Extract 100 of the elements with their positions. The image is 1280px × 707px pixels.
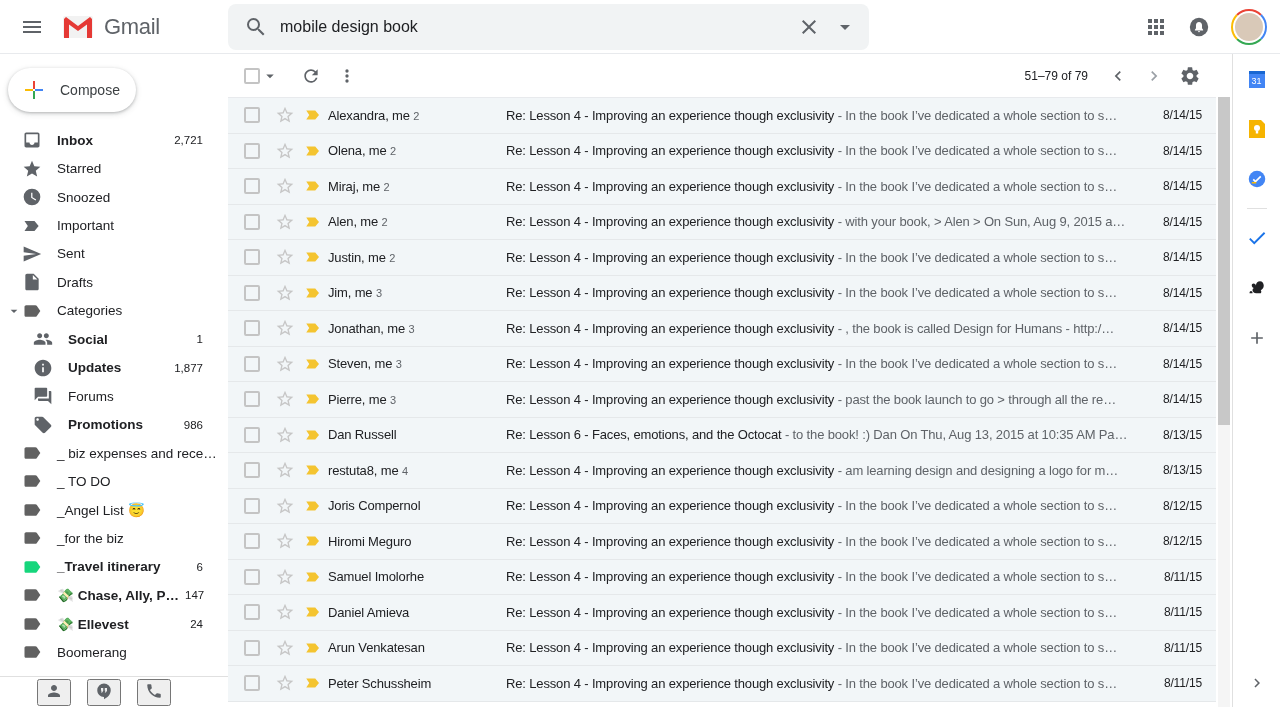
date: 8/14/15 [1163,108,1202,123]
sender: restuta8, me [328,462,399,478]
subject: Re: Lesson 6 - Faces, emotions, and the Octocat [506,427,782,443]
row-checkbox[interactable] [244,604,260,621]
row-checkbox[interactable] [244,497,260,514]
sidebar-item[interactable]: 💸 Chase, Ally, P… 147 [0,581,228,610]
sidebar-item[interactable]: _for the biz [0,524,228,553]
row-checkbox[interactable] [244,284,260,301]
sidebar-label: Inbox [57,132,94,148]
row-checkbox[interactable] [244,249,260,266]
info-icon [33,357,53,378]
email-row[interactable]: Jonathan, me 3 Re: Lesson 4 - Improving an experience though exclusivity - , the book is called Design for Humans - http:/… 8/14/15 [228,311,1216,347]
email-row[interactable]: Alen, me 2 Re: Lesson 4 - Improving an experience though exclusivity - with your book, > Alen > On Sun, Aug 9, 2015 a… 8/14/15 [228,204,1216,240]
row-checkbox[interactable] [244,213,260,230]
thread-count: 3 [395,358,402,371]
email-row[interactable]: restuta8, me 4 Re: Lesson 4 - Improving an experience though exclusivity - am learning design and designing a logo for m… 8/13/15 [228,453,1216,489]
sidebar-item[interactable]: Social 1 [0,325,228,354]
sidebar-item[interactable]: _ TO DO [0,467,228,496]
search-bar[interactable]: mobile design book [228,3,869,50]
thread-count: 2 [383,180,390,193]
scrollbar[interactable] [1218,97,1230,707]
sidebar-item[interactable]: Boomerang [0,637,228,667]
date: 8/14/15 [1163,250,1202,265]
subject: Re: Lesson 4 - Improving an experience though exclusivity [506,178,835,194]
sidebar-item[interactable]: _Travel itinerary 6 [0,552,228,581]
sidebar-label: Categories [57,303,124,319]
avatar[interactable] [1231,8,1267,45]
row-checkbox[interactable] [244,639,260,656]
sidebar-label: _ biz expenses and rece… [57,445,217,461]
subject: Re: Lesson 4 - Improving an experience though exclusivity [506,356,835,372]
sidebar-item[interactable]: _Angel List 😇 [0,495,228,525]
email-row[interactable]: Miraj, me 2 Re: Lesson 4 - Improving an experience though exclusivity - In the book I’ve dedicated a whole section to s… 8/14/15 [228,169,1216,205]
row-checkbox[interactable] [244,107,260,124]
email-row[interactable]: Justin, me 2 Re: Lesson 4 - Improving an experience though exclusivity - In the book I’ve dedicated a whole section to s… 8/14/15 [228,240,1216,276]
subject: Re: Lesson 4 - Improving an experience though exclusivity [506,604,835,620]
email-row[interactable]: Jim, me 3 Re: Lesson 4 - Improving an experience though exclusivity - In the book I’ve dedicated a whole section to s… 8/14/15 [228,275,1216,311]
person-icon[interactable] [37,678,71,706]
phone-icon[interactable] [137,678,171,706]
sidebar-item[interactable]: 💸 Ellevest 24 [0,609,228,638]
row-checkbox[interactable] [244,533,260,550]
search-field[interactable]: mobile design book [280,17,789,36]
sidebar-item[interactable]: Inbox 2,721 [0,126,228,155]
snippet: - In the book I’ve dedicated a whole section to s… [837,569,1118,585]
select-all-checkbox[interactable] [244,67,260,84]
email-row[interactable]: Daniel Amieva Re: Lesson 4 - Improving an experience though exclusivity - In the book I’ve dedicated a whole section to s… 8/11/15 [228,595,1216,631]
row-checkbox[interactable] [244,320,260,337]
unread-count: 986 [183,418,203,431]
sidebar-item[interactable]: Sent [0,239,228,269]
email-row[interactable]: Alexandra, me 2 Re: Lesson 4 - Improving an experience though exclusivity - In the book I’ve dedicated a whole section to s… 8/14/15 [228,98,1216,134]
sidebar-label: _for the biz [57,530,125,546]
subject: Re: Lesson 4 - Improving an experience though exclusivity [506,569,835,585]
email-row[interactable]: Steven, me 3 Re: Lesson 4 - Improving an experience though exclusivity - In the book I’ve dedicated a whole section to s… 8/14/15 [228,346,1216,382]
thread-count: 3 [389,393,396,406]
compose-button[interactable]: Compose [8,68,136,112]
row-checkbox[interactable] [244,426,260,443]
thread-count: 2 [389,251,396,264]
thread-count: 3 [375,287,382,300]
email-row[interactable]: Arun Venkatesan Re: Lesson 4 - Improving an experience though exclusivity - In the book I’ve dedicated a whole section to s… 8/11/15 [228,630,1216,666]
row-checkbox[interactable] [244,391,260,408]
email-row[interactable]: Dan Russell Re: Lesson 6 - Faces, emotions, and the Octocat - to the book! :) Dan On Thu, Aug 13, 2015 at 10:35 AM Pa… 8/13/15 [228,417,1216,453]
sidebar-item[interactable]: Important [0,211,228,240]
email-row[interactable]: Peter Schussheim Re: Lesson 4 - Improving an experience though exclusivity - In the book I’ve dedicated a whole section to s… 8/11/15 [228,666,1216,702]
sidebar-item[interactable]: Updates 1,877 [0,353,228,382]
sidebar-item[interactable]: Snoozed [0,182,228,212]
row-checkbox[interactable] [244,142,260,159]
snippet: - In the book I’ve dedicated a whole section to s… [837,356,1118,372]
thread-count: 2 [413,109,420,122]
page-info: 51–79 of 79 [1024,68,1088,83]
sidebar-item[interactable]: Categories [0,296,228,326]
row-checkbox[interactable] [244,675,260,692]
row-checkbox[interactable] [244,178,260,195]
email-row[interactable]: Hiromi Meguro Re: Lesson 4 - Improving an experience though exclusivity - In the book I’ve dedicated a whole section to s… 8/12/15 [228,524,1216,560]
date: 8/11/15 [1163,569,1202,584]
sender: Alen, me [328,214,379,230]
sidebar-label: Starred [57,161,103,177]
date: 8/13/15 [1163,427,1202,442]
subject: Re: Lesson 4 - Improving an experience though exclusivity [506,107,835,123]
email-row[interactable]: Olena, me 2 Re: Lesson 4 - Improving an experience though exclusivity - In the book I’ve dedicated a whole section to s… 8/14/15 [228,133,1216,169]
email-row[interactable]: Joris Compernol Re: Lesson 4 - Improving an experience though exclusivity - In the book I’ve dedicated a whole section to s… 8/12/15 [228,488,1216,524]
unread-count: 147 [185,589,205,602]
snippet: - In the book I’ve dedicated a whole section to s… [837,640,1118,656]
sidebar-item[interactable]: Drafts [0,268,228,297]
sidebar-item[interactable]: _ biz expenses and rece… [0,438,228,468]
row-checkbox[interactable] [244,355,260,372]
subject: Re: Lesson 4 - Improving an experience though exclusivity [506,498,835,514]
row-checkbox[interactable] [244,568,260,585]
sidebar-item[interactable]: Forums [0,381,228,411]
snippet: - past the book launch to go > through all the re… [837,391,1116,407]
sidebar-item[interactable]: Promotions 986 [0,410,228,439]
email-row[interactable]: Pierre, me 3 Re: Lesson 4 - Improving an experience though exclusivity - past the book launch to go > through all the re… 8/14/15 [228,382,1216,418]
sidebar-item[interactable]: Starred [0,154,228,183]
unread-count: 6 [196,560,203,573]
sender: Pierre, me [328,391,387,407]
snippet: - In the book I’ve dedicated a whole section to s… [837,533,1118,549]
subject: Re: Lesson 4 - Improving an experience though exclusivity [506,533,835,549]
hangouts-icon[interactable] [87,678,121,706]
unread-count: 1 [196,333,203,346]
email-row[interactable]: Samuel Imolorhe Re: Lesson 4 - Improving an experience though exclusivity - In the book I’ve dedicated a whole section to s… 8/11/15 [228,559,1216,595]
sender: Hiromi Meguro [328,533,412,549]
row-checkbox[interactable] [244,462,260,479]
